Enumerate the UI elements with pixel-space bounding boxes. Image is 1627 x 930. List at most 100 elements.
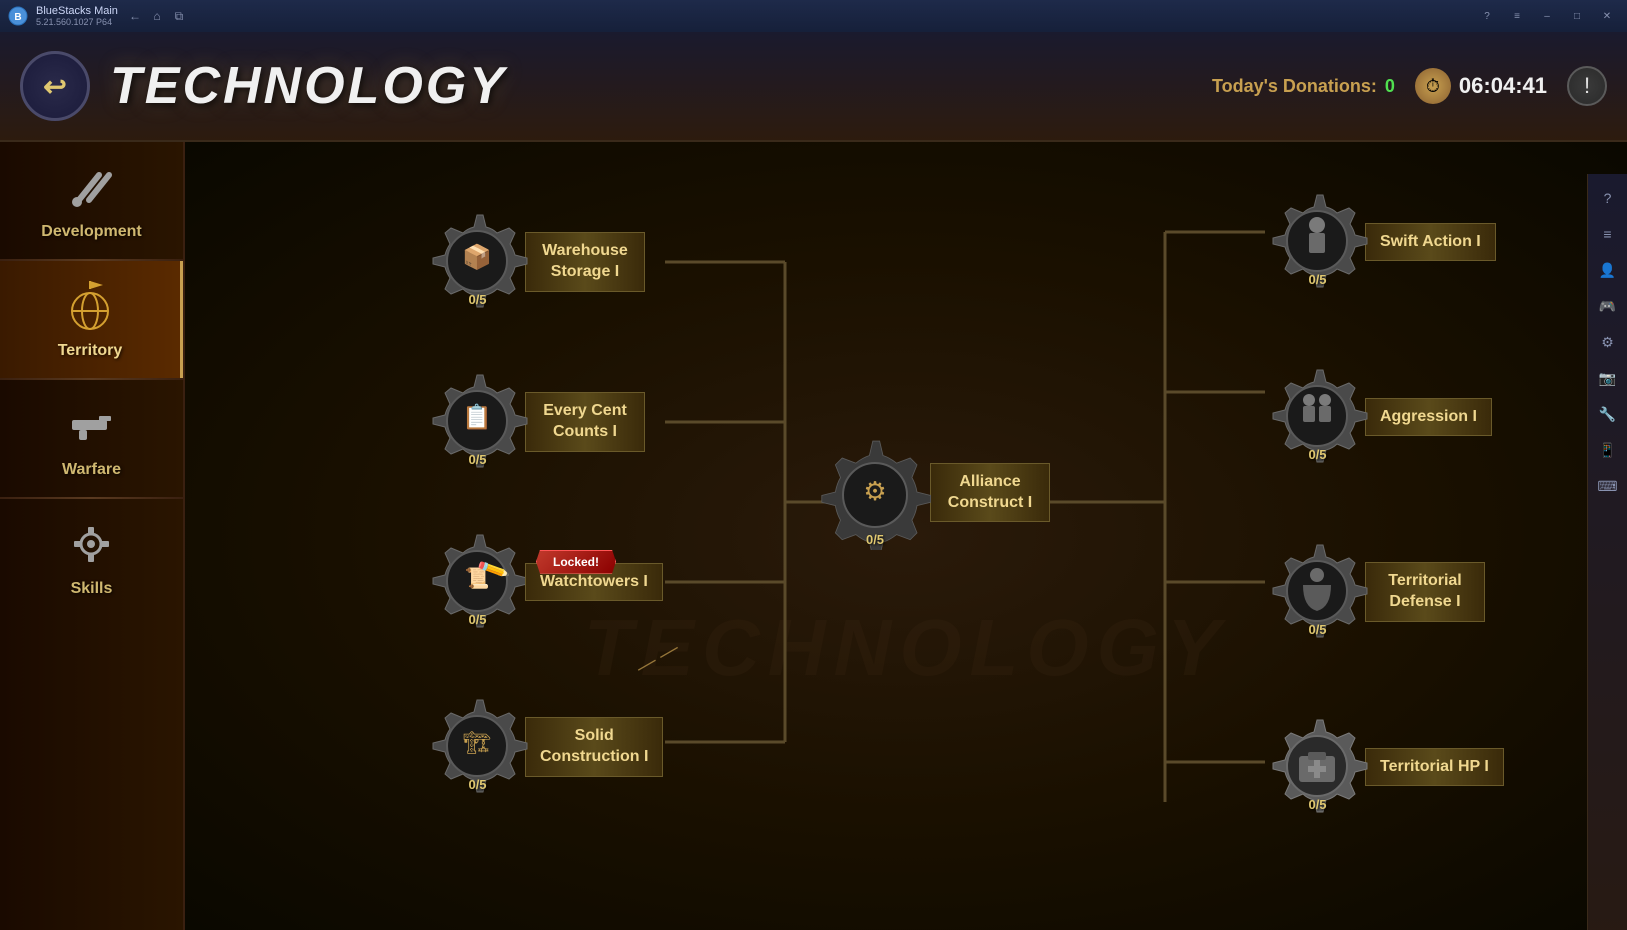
warehouse-storage-count: 0/5 [468, 292, 486, 307]
watermark: TECHNOLOGY [584, 602, 1228, 694]
sidebar-item-warfare-label: Warfare [62, 461, 121, 479]
projectile-decoration: — — [632, 637, 683, 680]
watchtowers-label: Watchtowers I [540, 572, 648, 593]
tech-node-warehouse-storage[interactable]: 📦 0/5 WarehouseStorage I [425, 207, 645, 317]
maximize-button[interactable]: □ [1565, 7, 1589, 25]
territorial-defense-count: 0/5 [1308, 622, 1326, 637]
territorial-defense-gear: 0/5 [1265, 537, 1370, 647]
solid-construction-label: SolidConstruction I [540, 726, 648, 768]
alliance-construct-gear: ⚙ 0/5 [815, 430, 935, 555]
right-panel: ? ≡ 👤 🎮 ⚙ 📷 🔧 📱 ⌨ [1587, 174, 1627, 930]
territorial-hp-label-box: Territorial HP I [1365, 748, 1504, 787]
minimize-button[interactable]: – [1535, 7, 1559, 25]
timer-icon: ⏱ [1415, 68, 1451, 104]
territorial-hp-count: 0/5 [1308, 797, 1326, 812]
territory-icon [63, 279, 118, 334]
solid-construction-label-box: SolidConstruction I [525, 717, 663, 777]
right-icon-settings[interactable]: ⚙ [1594, 328, 1622, 356]
tech-node-solid-construction[interactable]: 🏗 0/5 SolidConstruction I [425, 692, 663, 802]
right-icon-camera[interactable]: 📷 [1594, 364, 1622, 392]
aggression-gear: 0/5 [1265, 362, 1370, 472]
solid-construction-gear: 🏗 0/5 [425, 692, 530, 802]
help-button[interactable]: ? [1475, 7, 1499, 25]
watchtowers-gear: 📜 0/5 ✏️ [425, 527, 530, 637]
swift-action-label: Swift Action I [1380, 232, 1481, 253]
app-name: BlueStacks Main [36, 5, 118, 17]
sidebar-item-skills-label: Skills [71, 580, 113, 598]
donations-label: Today's Donations: [1212, 76, 1377, 97]
tech-node-territorial-defense[interactable]: 0/5 TerritorialDefense I [1265, 537, 1485, 647]
nav-window-button[interactable]: ⧉ [170, 7, 188, 25]
swift-action-gear: 0/5 [1265, 187, 1370, 297]
territorial-hp-label: Territorial HP I [1380, 757, 1489, 778]
aggression-label-box: Aggression I [1365, 398, 1492, 437]
aggression-label: Aggression I [1380, 407, 1477, 428]
tech-node-aggression[interactable]: 0/5 Aggression I [1265, 362, 1492, 472]
warehouse-storage-label: WarehouseStorage I [540, 241, 630, 283]
right-icon-menu[interactable]: ≡ [1594, 220, 1622, 248]
nav-back-button[interactable]: ← [126, 7, 144, 25]
back-button[interactable]: ↩ [20, 51, 90, 121]
sidebar: Development Territory [0, 142, 185, 930]
right-icon-help[interactable]: ? [1594, 184, 1622, 212]
back-arrow-icon: ↩ [43, 70, 66, 103]
right-icon-keyboard[interactable]: ⌨ [1594, 472, 1622, 500]
svg-text:B: B [14, 12, 21, 23]
every-cent-counts-label: Every CentCounts I [540, 401, 630, 443]
svg-text:⚙: ⚙ [863, 476, 886, 506]
territorial-defense-label-box: TerritorialDefense I [1365, 562, 1485, 622]
alliance-construct-count: 0/5 [866, 532, 884, 547]
close-button[interactable]: ✕ [1595, 7, 1619, 25]
tech-node-territorial-hp[interactable]: 0/5 Territorial HP I [1265, 712, 1504, 822]
every-cent-counts-label-box: Every CentCounts I [525, 392, 645, 452]
app-version: 5.21.560.1027 P64 [36, 17, 118, 27]
alert-icon-symbol: ! [1584, 73, 1590, 99]
right-icon-gamepad[interactable]: 🎮 [1594, 292, 1622, 320]
title-bar: B BlueStacks Main 5.21.560.1027 P64 ← ⌂ … [0, 0, 1627, 32]
sidebar-item-territory[interactable]: Territory [0, 261, 183, 378]
sidebar-item-development[interactable]: Development [0, 142, 183, 259]
aggression-count: 0/5 [1308, 447, 1326, 462]
sidebar-item-warfare[interactable]: Warfare [0, 380, 183, 497]
skills-icon [64, 517, 119, 572]
watchtowers-count: 0/5 [468, 612, 486, 627]
solid-construction-count: 0/5 [468, 777, 486, 792]
right-icon-tools[interactable]: 🔧 [1594, 400, 1622, 428]
right-icon-mobile[interactable]: 📱 [1594, 436, 1622, 464]
territorial-hp-gear: 0/5 [1265, 712, 1370, 822]
content-area: Development Territory [0, 142, 1627, 930]
svg-text:🏗: 🏗 [463, 730, 491, 755]
page-title: TECHNOLOGY [110, 56, 507, 116]
alert-button[interactable]: ! [1567, 66, 1607, 106]
warfare-icon [64, 398, 119, 453]
title-bar-left: B BlueStacks Main 5.21.560.1027 P64 ← ⌂ … [8, 5, 188, 27]
donations-section: Today's Donations: 0 [1212, 76, 1395, 97]
sidebar-item-skills[interactable]: Skills [0, 499, 183, 616]
donations-value: 0 [1385, 76, 1395, 97]
territorial-defense-label: TerritorialDefense I [1380, 571, 1470, 613]
tech-node-every-cent-counts[interactable]: 📋 0/5 Every CentCounts I [425, 367, 645, 477]
watchtowers-label-box: Locked! Watchtowers I [525, 563, 663, 602]
tech-node-watchtowers[interactable]: 📜 0/5 ✏️ Locked! Watchtowers I [425, 527, 663, 637]
right-icon-profile[interactable]: 👤 [1594, 256, 1622, 284]
every-cent-counts-gear: 📋 0/5 [425, 367, 530, 477]
nav-controls: ← ⌂ ⧉ [126, 7, 188, 25]
warehouse-storage-gear: 📦 0/5 [425, 207, 530, 317]
timer-section: ⏱ 06:04:41 [1415, 68, 1547, 104]
menu-button[interactable]: ≡ [1505, 7, 1529, 25]
alliance-construct-label-box: AllianceConstruct I [930, 463, 1050, 523]
alliance-construct-label: AllianceConstruct I [945, 472, 1035, 514]
svg-text:📋: 📋 [462, 403, 492, 431]
header-right: Today's Donations: 0 ⏱ 06:04:41 ! [1212, 66, 1607, 106]
window-controls: ? ≡ – □ ✕ [1475, 7, 1619, 25]
tech-node-swift-action[interactable]: 0/5 Swift Action I [1265, 187, 1496, 297]
svg-text:📦: 📦 [462, 243, 492, 271]
tech-node-alliance-construct[interactable]: ⚙ 0/5 AllianceConstruct I [815, 430, 1050, 555]
game-container: ↩ TECHNOLOGY Today's Donations: 0 ⏱ 06:0… [0, 32, 1627, 930]
warehouse-storage-label-box: WarehouseStorage I [525, 232, 645, 292]
swift-action-count: 0/5 [1308, 272, 1326, 287]
nav-home-button[interactable]: ⌂ [148, 7, 166, 25]
bluestacks-logo: B [8, 6, 28, 26]
swift-action-label-box: Swift Action I [1365, 223, 1496, 262]
sidebar-item-territory-label: Territory [58, 342, 123, 360]
